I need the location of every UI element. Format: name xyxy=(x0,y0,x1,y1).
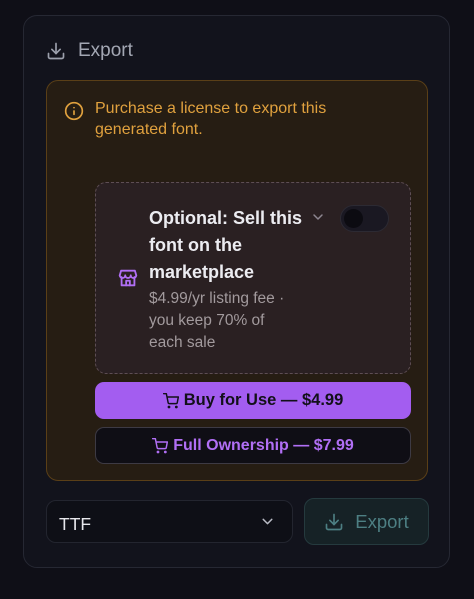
info-icon xyxy=(64,101,84,121)
export-button-label: Export xyxy=(355,510,409,532)
chevron-down-icon xyxy=(262,518,273,525)
marketplace-subtitle: $4.99/yr listing fee · you keep 70% of e… xyxy=(149,290,285,351)
download-icon xyxy=(47,42,65,60)
marketplace-option-card: Optional: Sell this font on the marketpl… xyxy=(95,182,411,374)
format-select-value: TTF xyxy=(59,514,92,534)
ownership-button-label: Full Ownership — $7.99 xyxy=(173,436,354,454)
buy-for-use-button[interactable]: Buy for Use — $4.99 xyxy=(95,382,411,419)
marketplace-toggle[interactable] xyxy=(340,205,389,232)
chevron-down-icon[interactable] xyxy=(310,209,326,225)
format-select[interactable]: TTF xyxy=(46,500,293,543)
panel-title: Export xyxy=(78,40,133,61)
store-icon xyxy=(118,269,138,287)
buy-button-label: Buy for Use — $4.99 xyxy=(183,391,344,409)
notice-text: Purchase a license to export this genera… xyxy=(95,100,327,138)
export-panel: Export Purchase a license to export this… xyxy=(23,15,450,568)
full-ownership-button[interactable]: Full Ownership — $7.99 xyxy=(95,427,411,464)
cart-icon xyxy=(152,437,169,453)
cart-icon xyxy=(162,392,179,408)
export-header: Export xyxy=(46,40,133,62)
export-button[interactable]: Export xyxy=(304,498,429,545)
license-notice: Purchase a license to export this genera… xyxy=(46,80,428,481)
download-icon xyxy=(325,513,343,530)
toggle-knob xyxy=(344,209,363,228)
marketplace-title: Optional: Sell this font on the marketpl… xyxy=(149,208,303,282)
